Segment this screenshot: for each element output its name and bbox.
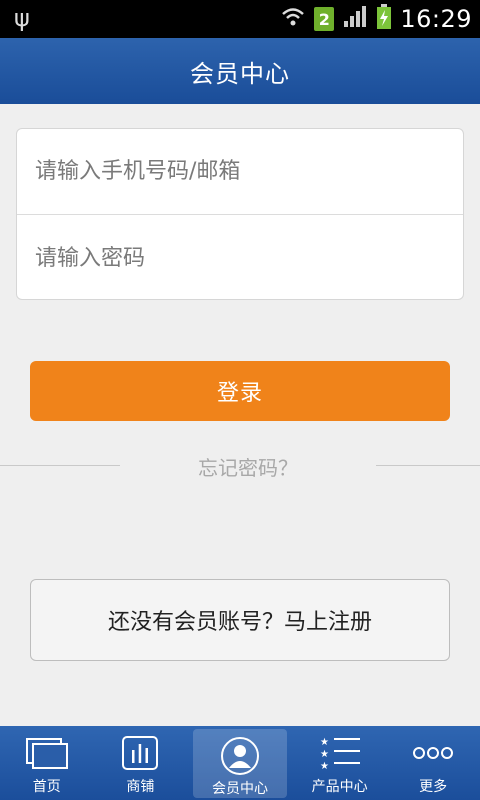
username-input[interactable] bbox=[35, 159, 455, 184]
tab-member-center-label: 会员中心 bbox=[211, 781, 268, 797]
tab-product-center-label: 产品中心 bbox=[311, 779, 368, 795]
tab-home[interactable]: 首页 bbox=[0, 726, 94, 800]
tab-more-label: 更多 bbox=[419, 779, 448, 795]
sim-badge: 2 bbox=[314, 7, 335, 31]
tab-member-center[interactable]: 会员中心 bbox=[193, 729, 287, 798]
battery-icon bbox=[376, 4, 392, 34]
username-field-container bbox=[17, 129, 463, 215]
product-list-icon: ★ ★ ★ bbox=[318, 732, 362, 774]
bottom-tab-bar: 首页 商铺 会员中心 ★ ★ ★ 产品中心 更多 bbox=[0, 726, 480, 800]
usb-icon: ψ bbox=[14, 4, 30, 32]
divider-right bbox=[376, 465, 480, 466]
page-title: 会员中心 bbox=[190, 59, 290, 88]
svg-text:★: ★ bbox=[320, 749, 329, 760]
tab-shop-label: 商铺 bbox=[126, 779, 155, 795]
member-icon bbox=[218, 735, 262, 776]
forgot-password-link[interactable]: 忘记密码？ bbox=[120, 448, 376, 484]
status-icons: 2 16:29 bbox=[280, 0, 472, 38]
wifi-icon bbox=[280, 4, 306, 34]
svg-text:★: ★ bbox=[320, 737, 329, 748]
tab-shop[interactable]: 商铺 bbox=[94, 726, 188, 800]
password-field-container bbox=[17, 215, 463, 301]
clock: 16:29 bbox=[400, 5, 472, 33]
tab-more[interactable]: 更多 bbox=[386, 726, 480, 800]
login-button[interactable]: 登录 bbox=[30, 361, 450, 421]
status-bar: ψ 2 16:29 bbox=[0, 0, 480, 38]
login-card bbox=[16, 128, 464, 300]
shop-icon bbox=[118, 732, 162, 774]
divider-left bbox=[0, 465, 120, 466]
forgot-password-row: 忘记密码？ bbox=[0, 448, 480, 484]
tab-product-center[interactable]: ★ ★ ★ 产品中心 bbox=[293, 726, 387, 800]
title-bar: 会员中心 bbox=[0, 38, 480, 104]
signal-icon bbox=[342, 5, 368, 33]
home-icon bbox=[25, 732, 69, 774]
tab-home-label: 首页 bbox=[32, 779, 61, 795]
register-button[interactable]: 还没有会员账号？马上注册 bbox=[30, 579, 450, 661]
svg-text:★: ★ bbox=[320, 761, 329, 772]
more-icon bbox=[411, 732, 455, 774]
password-input[interactable] bbox=[35, 245, 455, 271]
